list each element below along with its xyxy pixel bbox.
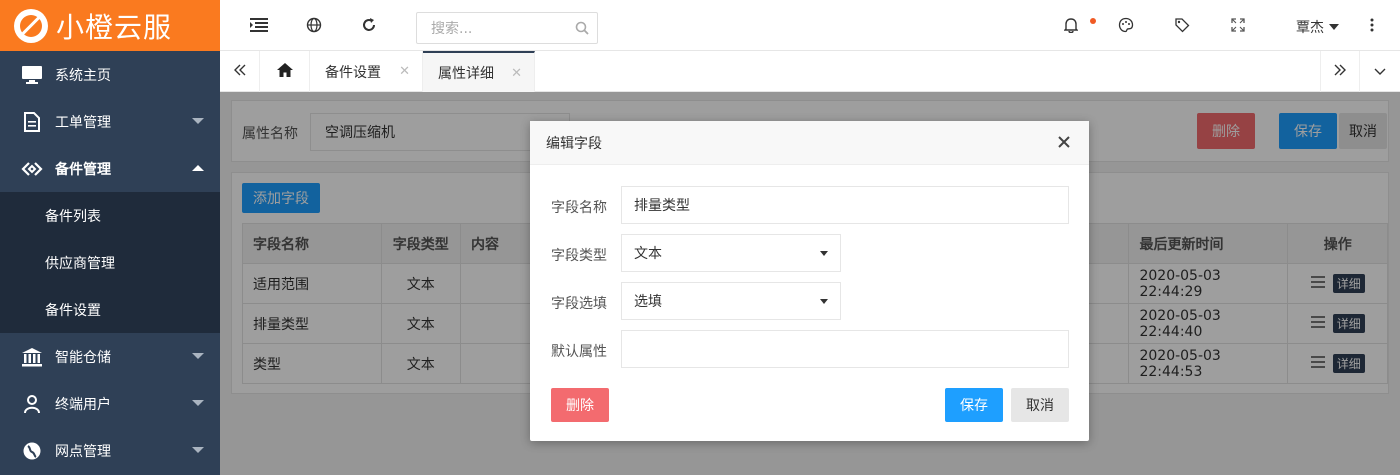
close-icon[interactable]	[1055, 133, 1073, 151]
tabs-bar: 备件设置 ✕ 属性详细 ✕	[220, 51, 1400, 92]
dialog-save-button[interactable]: 保存	[945, 388, 1003, 422]
globe-icon	[20, 439, 44, 463]
sidebar-item-label: 智能仓储	[55, 349, 111, 366]
dialog-title: 编辑字段	[546, 135, 602, 152]
field-name-input[interactable]: 排量类型	[621, 186, 1069, 224]
sidebar-item-label: 网点管理	[55, 443, 111, 460]
tabs-scroll-left-button[interactable]	[220, 51, 260, 92]
tab-close-icon[interactable]: ✕	[511, 66, 522, 81]
field-option-value: 选填	[634, 294, 662, 310]
globe-icon[interactable]	[303, 14, 325, 36]
dialog-header: 编辑字段	[530, 121, 1089, 165]
tab-attribute-detail[interactable]: 属性详细 ✕	[423, 51, 535, 92]
more-vertical-icon[interactable]	[1361, 14, 1383, 36]
chevron-down-icon	[1374, 64, 1386, 80]
chevron-down-icon	[192, 400, 204, 406]
notification-dot	[1090, 18, 1096, 24]
field-type-label: 字段类型	[551, 248, 607, 264]
sidebar-item-label: 备件管理	[55, 161, 111, 178]
palette-icon[interactable]	[1115, 14, 1137, 36]
search-placeholder: 搜索...	[431, 21, 473, 37]
field-name-value: 排量类型	[634, 198, 690, 214]
chevron-down-icon	[192, 353, 204, 359]
tab-label: 备件设置	[325, 64, 381, 81]
sidebar-item-home[interactable]: 系统主页	[0, 51, 220, 98]
tabs-dropdown-button[interactable]	[1360, 51, 1400, 92]
default-attribute-label: 默认属性	[551, 344, 607, 360]
dropdown-arrow-icon	[820, 299, 828, 304]
sidebar-item-end-users[interactable]: 终端用户	[0, 380, 220, 427]
submenu-item-spare-list[interactable]: 备件列表	[0, 192, 220, 239]
menu-toggle-icon[interactable]	[248, 14, 270, 36]
home-tab[interactable]	[260, 51, 310, 92]
sidebar-item-label: 终端用户	[55, 396, 111, 413]
fullscreen-icon[interactable]	[1227, 14, 1249, 36]
document-icon	[20, 110, 44, 134]
user-menu[interactable]: 覃杰	[1296, 17, 1339, 37]
user-name: 覃杰	[1296, 20, 1324, 36]
submenu-item-spare-settings[interactable]: 备件设置	[0, 286, 220, 333]
top-bar: 搜索... 覃杰	[220, 0, 1400, 51]
logo[interactable]: 小橙云服	[0, 0, 220, 51]
dialog-cancel-button[interactable]: 取消	[1011, 388, 1069, 422]
default-attribute-input[interactable]	[621, 330, 1069, 368]
field-type-value: 文本	[634, 246, 662, 262]
chevron-up-icon	[192, 165, 204, 171]
double-chevron-right-icon	[1334, 64, 1346, 80]
search-input[interactable]: 搜索...	[416, 12, 598, 44]
sidebar-item-warehouse[interactable]: 智能仓储	[0, 333, 220, 380]
dialog-delete-button[interactable]: 删除	[551, 388, 609, 422]
diamond-link-icon	[20, 157, 44, 181]
sidebar-item-outlets[interactable]: 网点管理	[0, 427, 220, 474]
sidebar-item-label: 系统主页	[55, 67, 111, 84]
chevron-down-icon	[192, 447, 204, 453]
double-chevron-left-icon	[233, 64, 246, 80]
bell-icon[interactable]	[1060, 14, 1082, 36]
tag-icon[interactable]	[1171, 14, 1193, 36]
sidebar-item-work-orders[interactable]: 工单管理	[0, 98, 220, 145]
tabs-scroll-right-button[interactable]	[1320, 51, 1360, 92]
home-icon	[276, 62, 294, 82]
tab-close-icon[interactable]: ✕	[399, 64, 410, 79]
submenu-item-suppliers[interactable]: 供应商管理	[0, 239, 220, 286]
monitor-icon	[20, 63, 44, 87]
user-icon	[20, 392, 44, 416]
chevron-down-icon	[192, 118, 204, 124]
field-option-label: 字段选填	[551, 296, 607, 312]
sidebar-item-label: 工单管理	[55, 114, 111, 131]
tab-spare-settings[interactable]: 备件设置 ✕	[310, 51, 423, 92]
sidebar-item-spare-parts[interactable]: 备件管理	[0, 145, 220, 192]
bank-icon	[20, 345, 44, 369]
edit-field-dialog: 编辑字段 字段名称 排量类型 字段类型 文本 字段选填 选填 默认属性 删除 保…	[530, 121, 1089, 441]
field-option-select[interactable]: 选填	[621, 282, 841, 320]
tab-label: 属性详细	[438, 65, 494, 82]
field-name-label: 字段名称	[551, 200, 607, 216]
search-icon[interactable]	[575, 21, 589, 39]
dropdown-arrow-icon	[820, 251, 828, 256]
logo-text: 小橙云服	[56, 10, 173, 44]
spare-parts-submenu: 备件列表 供应商管理 备件设置	[0, 192, 220, 333]
orange-logo-icon	[14, 8, 48, 43]
sidebar: 小橙云服 系统主页 工单管理 备件管理 备件列表 供应商管理 备件设置 智能仓储	[0, 0, 220, 475]
caret-down-icon	[1329, 24, 1339, 30]
field-type-select[interactable]: 文本	[621, 234, 841, 272]
refresh-icon[interactable]	[358, 14, 380, 36]
